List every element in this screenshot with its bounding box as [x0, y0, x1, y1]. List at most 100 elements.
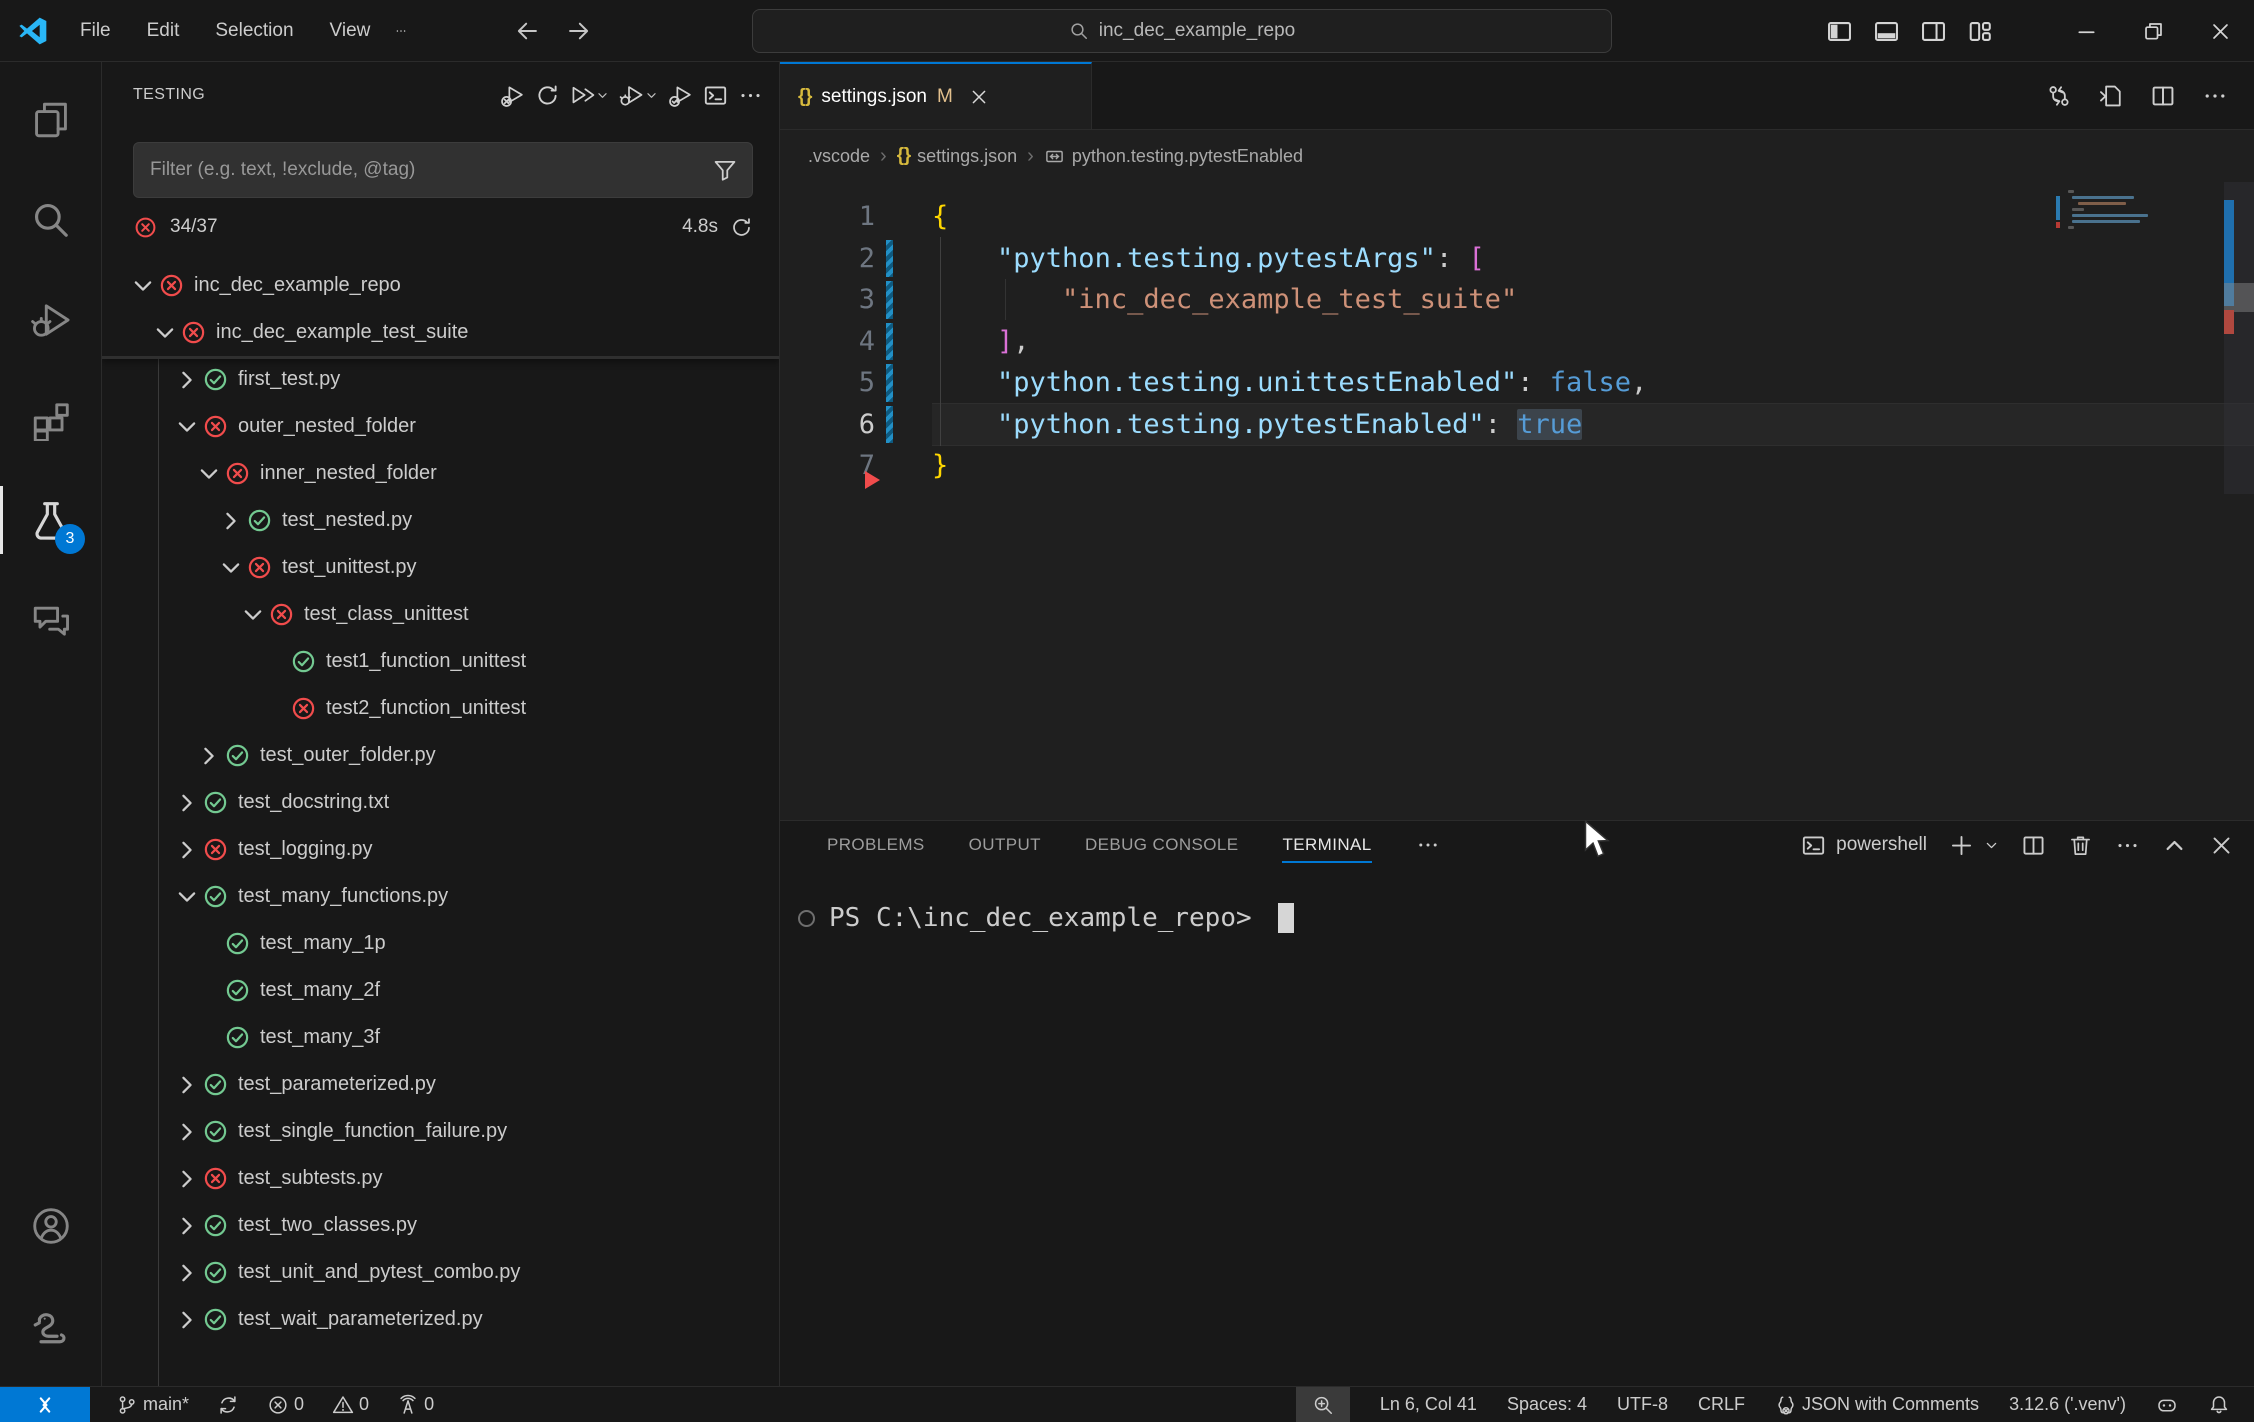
activity-item-search[interactable] [0, 170, 101, 270]
code-line-7[interactable]: 7} [780, 445, 2254, 487]
status-notifications[interactable] [2208, 1394, 2230, 1416]
run-tests-button[interactable] [568, 79, 611, 112]
status-encoding[interactable]: UTF-8 [1617, 1394, 1668, 1415]
test-item-test_parameterized.py[interactable]: test_parameterized.py [102, 1061, 779, 1108]
terminal-instance[interactable]: powershell [1801, 833, 1927, 858]
split-terminal-icon[interactable] [2021, 833, 2046, 858]
status-cursor-position[interactable]: Ln 6, Col 41 [1380, 1394, 1477, 1415]
refresh-tests-button[interactable] [533, 79, 562, 112]
status-python-interpreter[interactable]: 3.12.6 ('.venv') [2009, 1394, 2126, 1415]
code-line-4[interactable]: 4 ], [780, 321, 2254, 363]
overview-ruler[interactable] [2224, 182, 2254, 494]
new-terminal-icon[interactable] [1949, 833, 1974, 858]
panel-tabs-more-icon[interactable] [1416, 833, 1440, 857]
restore-button[interactable] [2120, 0, 2187, 62]
kill-terminal-icon[interactable] [2068, 833, 2093, 858]
terminal-dropdown-icon[interactable] [1984, 838, 1999, 853]
breadcrumb-item[interactable]: .vscode [808, 146, 870, 167]
panel-tab-output[interactable]: OUTPUT [969, 821, 1041, 869]
test-filter-box[interactable] [133, 142, 753, 198]
status-warnings[interactable]: 0 [332, 1394, 369, 1416]
more-editor-actions-icon[interactable] [2202, 83, 2228, 109]
activity-item-comments[interactable] [0, 570, 101, 670]
test-item-test_unit_and_pytest_combo.py[interactable]: test_unit_and_pytest_combo.py [102, 1249, 779, 1296]
code-line-2[interactable]: 2 "python.testing.pytestArgs": [ [780, 238, 2254, 280]
test-item-test_class_unittest[interactable]: test_class_unittest [102, 591, 779, 638]
debug-tests-button[interactable] [617, 79, 660, 112]
breadcrumb-item[interactable]: python.testing.pytestEnabled [1044, 146, 1303, 167]
status-git-sync[interactable] [217, 1394, 239, 1416]
status-language-mode[interactable]: JSON with Comments [1775, 1394, 1979, 1416]
run-tests-with-coverage-button[interactable] [666, 79, 695, 112]
maximize-panel-icon[interactable] [2162, 833, 2187, 858]
nav-back-icon[interactable] [514, 18, 540, 44]
menu-more-icon[interactable] [384, 19, 418, 43]
status-zoom-indicator[interactable] [1296, 1387, 1350, 1422]
scrollbar-slider[interactable] [2224, 283, 2254, 312]
panel-more-icon[interactable] [2115, 833, 2140, 858]
activity-item-explorer[interactable] [0, 70, 101, 170]
menu-edit[interactable]: Edit [133, 14, 194, 48]
open-settings-ui-icon[interactable] [2098, 83, 2124, 109]
status-git-branch[interactable]: main* [116, 1394, 189, 1416]
panel-tab-problems[interactable]: PROBLEMS [827, 821, 925, 869]
status-eol[interactable]: CRLF [1698, 1394, 1745, 1415]
activity-item-extensions[interactable] [0, 370, 101, 470]
show-output-button[interactable] [701, 79, 730, 112]
test-item-test_single_function_failure.py[interactable]: test_single_function_failure.py [102, 1108, 779, 1155]
test-filter-input[interactable] [150, 159, 712, 181]
menu-view[interactable]: View [316, 14, 385, 48]
terminal[interactable]: PS C:\inc_dec_example_repo> [780, 869, 2254, 1386]
split-editor-icon[interactable] [2150, 83, 2176, 109]
breadcrumb-item[interactable]: { }settings.json [897, 145, 1017, 167]
open-changes-icon[interactable] [2046, 83, 2072, 109]
tab-close-icon[interactable] [969, 87, 989, 107]
menu-selection[interactable]: Selection [201, 14, 307, 48]
test-item-test_many_1p[interactable]: test_many_1p [102, 920, 779, 967]
test-item-test_nested.py[interactable]: test_nested.py [102, 497, 779, 544]
test-item-inc_dec_example_repo[interactable]: inc_dec_example_repo [102, 262, 779, 309]
panel-tab-terminal[interactable]: TERMINAL [1282, 821, 1371, 869]
activity-item-accounts[interactable] [0, 1176, 101, 1276]
activity-item-python-environments[interactable] [0, 1276, 101, 1376]
toggle-secondary-sidebar-icon[interactable] [1920, 18, 1947, 45]
filter-icon[interactable] [712, 157, 738, 183]
test-item-inc_dec_example_test_suite[interactable]: inc_dec_example_test_suite [102, 309, 779, 356]
toggle-panel-icon[interactable] [1873, 18, 1900, 45]
nav-forward-icon[interactable] [566, 18, 592, 44]
close-panel-icon[interactable] [2209, 833, 2234, 858]
menu-file[interactable]: File [66, 14, 125, 48]
code-line-6[interactable]: 6 "python.testing.pytestEnabled": true [780, 404, 2254, 446]
test-item-test_logging.py[interactable]: test_logging.py [102, 826, 779, 873]
test-item-test_subtests.py[interactable]: test_subtests.py [102, 1155, 779, 1202]
test-item-test_many_functions.py[interactable]: test_many_functions.py [102, 873, 779, 920]
test-item-test_wait_parameterized.py[interactable]: test_wait_parameterized.py [102, 1296, 779, 1343]
status-errors[interactable]: 0 [267, 1394, 304, 1416]
more-actions-button[interactable] [736, 79, 765, 112]
code-editor[interactable]: 1{2 "python.testing.pytestArgs": [3 "inc… [780, 182, 2254, 820]
test-item-test_docstring.txt[interactable]: test_docstring.txt [102, 779, 779, 826]
test-item-test_outer_folder.py[interactable]: test_outer_folder.py [102, 732, 779, 779]
panel-tab-debug-console[interactable]: DEBUG CONSOLE [1085, 821, 1239, 869]
code-line-5[interactable]: 5 "python.testing.unittestEnabled": fals… [780, 362, 2254, 404]
cancel-test-run-button[interactable] [498, 79, 527, 112]
toggle-sidebar-icon[interactable] [1826, 18, 1853, 45]
test-item-outer_nested_folder[interactable]: outer_nested_folder [102, 403, 779, 450]
customize-layout-icon[interactable] [1967, 18, 1994, 45]
tab-settings-json[interactable]: { } settings.json M [780, 62, 1092, 129]
code-line-3[interactable]: 3 "inc_dec_example_test_suite" [780, 279, 2254, 321]
close-window-button[interactable] [2187, 0, 2254, 62]
test-item-test1_function_unittest[interactable]: test1_function_unittest [102, 638, 779, 685]
command-center[interactable]: inc_dec_example_repo [752, 9, 1612, 53]
status-ports[interactable]: 0 [397, 1394, 434, 1416]
activity-item-run-and-debug[interactable] [0, 270, 101, 370]
test-item-first_test.py[interactable]: first_test.py [102, 356, 779, 403]
status-copilot[interactable] [2156, 1394, 2178, 1416]
minimize-button[interactable] [2053, 0, 2120, 62]
test-item-test_two_classes.py[interactable]: test_two_classes.py [102, 1202, 779, 1249]
test-item-test_unittest.py[interactable]: test_unittest.py [102, 544, 779, 591]
test-item-test_many_2f[interactable]: test_many_2f [102, 967, 779, 1014]
status-indentation[interactable]: Spaces: 4 [1507, 1394, 1587, 1415]
remote-indicator[interactable] [0, 1387, 90, 1422]
test-item-inner_nested_folder[interactable]: inner_nested_folder [102, 450, 779, 497]
